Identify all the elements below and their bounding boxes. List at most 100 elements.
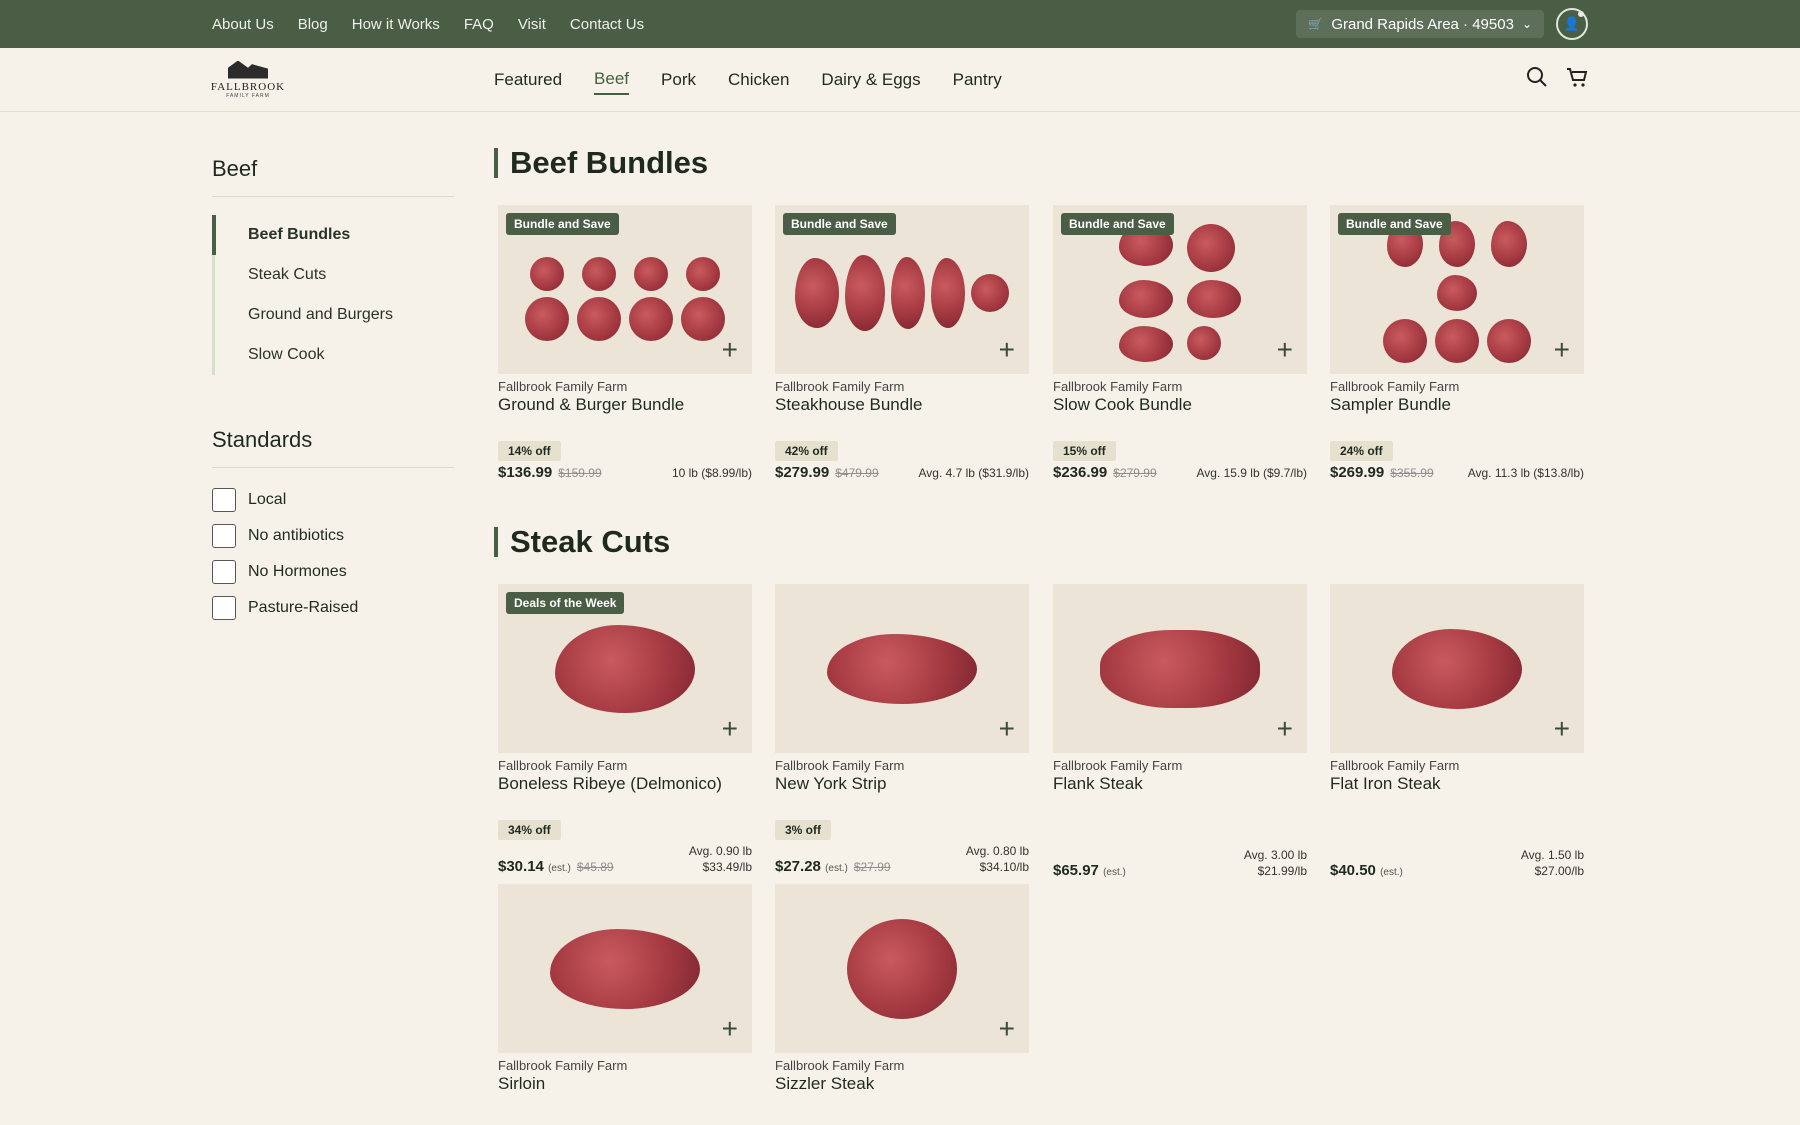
logo[interactable]: FALLBROOK FAMILY FARM: [211, 60, 284, 100]
nav-icons: [1526, 48, 1588, 112]
product-farm: Fallbrook Family Farm: [775, 758, 905, 773]
section-title-beef-bundles: Beef Bundles: [494, 147, 708, 178]
product-card[interactable]: Bundle and Save + Fallbrook Family Farm Slo…: [1053, 205, 1307, 481]
sidebar-item-slow-cook[interactable]: Slow Cook: [215, 335, 454, 375]
product-name[interactable]: Flat Iron Steak: [1330, 774, 1584, 794]
top-link-blog[interactable]: Blog: [298, 16, 328, 33]
product-farm: Fallbrook Family Farm: [775, 379, 905, 394]
price-est: (est.): [825, 863, 848, 874]
product-image[interactable]: Bundle and Save +: [1053, 205, 1307, 374]
tab-pantry[interactable]: Pantry: [953, 66, 1002, 94]
product-card[interactable]: + Fallbrook Family Farm Flat Iron Steak $40…: [1330, 584, 1584, 879]
product-name[interactable]: Ground & Burger Bundle: [498, 395, 752, 415]
add-to-cart-plus-icon[interactable]: +: [1554, 336, 1570, 364]
original-price: $27.99: [853, 860, 891, 874]
product-image[interactable]: +: [1053, 584, 1307, 753]
add-to-cart-plus-icon[interactable]: +: [1554, 715, 1570, 743]
tab-beef[interactable]: Beef: [594, 65, 630, 95]
product-farm: Fallbrook Family Farm: [498, 379, 628, 394]
tab-featured[interactable]: Featured: [494, 66, 562, 94]
standard-pasture-raised[interactable]: Pasture-Raised: [212, 590, 454, 626]
product-name[interactable]: Boneless Ribeye (Delmonico): [498, 774, 752, 794]
product-image[interactable]: +: [498, 884, 752, 1053]
cart-icon[interactable]: [1566, 66, 1588, 94]
top-link-faq[interactable]: FAQ: [464, 16, 494, 33]
product-image[interactable]: +: [1330, 584, 1584, 753]
original-price: $279.99: [1113, 466, 1157, 480]
product-image[interactable]: Bundle and Save +: [498, 205, 752, 374]
top-link-how-it-works[interactable]: How it Works: [352, 16, 440, 33]
price-line: $269.99 $355.99 Avg. 11.3 lb ($13.8/lb): [1330, 464, 1584, 481]
price-est: (est.): [548, 863, 571, 874]
top-link-about[interactable]: About Us: [212, 16, 274, 33]
product-weight: Avg. 4.7 lb ($31.9/lb): [918, 465, 1029, 481]
add-to-cart-plus-icon[interactable]: +: [999, 715, 1015, 743]
product-image[interactable]: +: [775, 584, 1029, 753]
product-name[interactable]: Slow Cook Bundle: [1053, 395, 1307, 415]
product-image[interactable]: Bundle and Save +: [1330, 205, 1584, 374]
original-price: $479.99: [835, 466, 879, 480]
product-name[interactable]: Sampler Bundle: [1330, 395, 1584, 415]
checkbox[interactable]: [212, 596, 236, 620]
checkbox[interactable]: [212, 560, 236, 584]
product-weight: Avg. 0.90 lb $33.49/lb: [689, 843, 752, 875]
product-card[interactable]: + Fallbrook Family Farm Flank Steak $65.97 …: [1053, 584, 1307, 879]
product-weight: Avg. 1.50 lb $27.00/lb: [1521, 847, 1584, 879]
price-value: $269.99: [1330, 464, 1385, 481]
product-card[interactable]: + Fallbrook Family Farm New York Strip 3% o…: [775, 584, 1029, 875]
top-link-visit[interactable]: Visit: [518, 16, 546, 33]
barn-logo-icon: [228, 60, 268, 79]
discount-badge: 24% off: [1330, 441, 1393, 461]
product-card[interactable]: Deals of the Week + Fallbrook Family Farm B…: [498, 584, 752, 875]
add-to-cart-plus-icon[interactable]: +: [722, 336, 738, 364]
product-card[interactable]: + Fallbrook Family Farm Sirloin: [498, 884, 752, 1094]
weight-line-2: $33.49/lb: [702, 860, 752, 874]
product-name[interactable]: New York Strip: [775, 774, 1029, 794]
product-image[interactable]: Deals of the Week +: [498, 584, 752, 753]
tab-chicken[interactable]: Chicken: [728, 66, 789, 94]
notification-dot: [1578, 11, 1584, 17]
add-to-cart-plus-icon[interactable]: +: [999, 1015, 1015, 1043]
sidebar-item-ground-burgers[interactable]: Ground and Burgers: [215, 295, 454, 335]
price-value: $65.97: [1053, 862, 1099, 879]
standard-no-hormones[interactable]: No Hormones: [212, 554, 454, 590]
account-button[interactable]: 👤: [1556, 8, 1588, 40]
checkbox[interactable]: [212, 488, 236, 512]
sidebar-item-steak-cuts[interactable]: Steak Cuts: [215, 255, 454, 295]
top-link-contact[interactable]: Contact Us: [570, 16, 644, 33]
add-to-cart-plus-icon[interactable]: +: [1277, 715, 1293, 743]
product-card[interactable]: Bundle and Save + Fallbrook Family Farm Sam…: [1330, 205, 1584, 481]
product-name[interactable]: Steakhouse Bundle: [775, 395, 1029, 415]
checkbox[interactable]: [212, 524, 236, 548]
price-line: $40.50 (est.) Avg. 1.50 lb $27.00/lb: [1330, 847, 1584, 879]
standard-local[interactable]: Local: [212, 482, 454, 518]
price-row: 15% off $236.99 $279.99 Avg. 15.9 lb ($9.7/…: [1053, 441, 1307, 481]
standard-label: Pasture-Raised: [248, 599, 359, 616]
search-icon[interactable]: [1526, 66, 1548, 94]
add-to-cart-plus-icon[interactable]: +: [722, 1015, 738, 1043]
product-name[interactable]: Sirloin: [498, 1074, 752, 1094]
product-card[interactable]: Bundle and Save + Fallbrook Family Farm Ste…: [775, 205, 1029, 481]
product-farm: Fallbrook Family Farm: [498, 758, 628, 773]
weight-line-2: $27.00/lb: [1534, 864, 1584, 878]
add-to-cart-plus-icon[interactable]: +: [1277, 336, 1293, 364]
add-to-cart-plus-icon[interactable]: +: [999, 336, 1015, 364]
weight-line-1: Avg. 0.80 lb: [965, 844, 1029, 858]
product-name[interactable]: Sizzler Steak: [775, 1074, 1029, 1094]
product-badge: Bundle and Save: [783, 213, 896, 235]
product-name[interactable]: Flank Steak: [1053, 774, 1307, 794]
tab-dairy-eggs[interactable]: Dairy & Eggs: [821, 66, 920, 94]
standard-no-antibiotics[interactable]: No antibiotics: [212, 518, 454, 554]
product-image[interactable]: Bundle and Save +: [775, 205, 1029, 374]
product-card[interactable]: Bundle and Save + Fallbrook Family Farm Gro…: [498, 205, 752, 481]
location-selector[interactable]: 🛒 Grand Rapids Area · 49503 ⌄: [1296, 10, 1544, 38]
standards-list: Local No antibiotics No Hormones Pasture…: [212, 482, 454, 626]
product-farm: Fallbrook Family Farm: [775, 1058, 905, 1073]
original-price: $45.89: [576, 860, 614, 874]
tab-pork[interactable]: Pork: [661, 66, 696, 94]
product-card[interactable]: + Fallbrook Family Farm Sizzler Steak: [775, 884, 1029, 1094]
add-to-cart-plus-icon[interactable]: +: [722, 715, 738, 743]
price-line: $279.99 $479.99 Avg. 4.7 lb ($31.9/lb): [775, 464, 1029, 481]
sidebar-item-beef-bundles[interactable]: Beef Bundles: [212, 215, 454, 255]
product-image[interactable]: +: [775, 884, 1029, 1053]
